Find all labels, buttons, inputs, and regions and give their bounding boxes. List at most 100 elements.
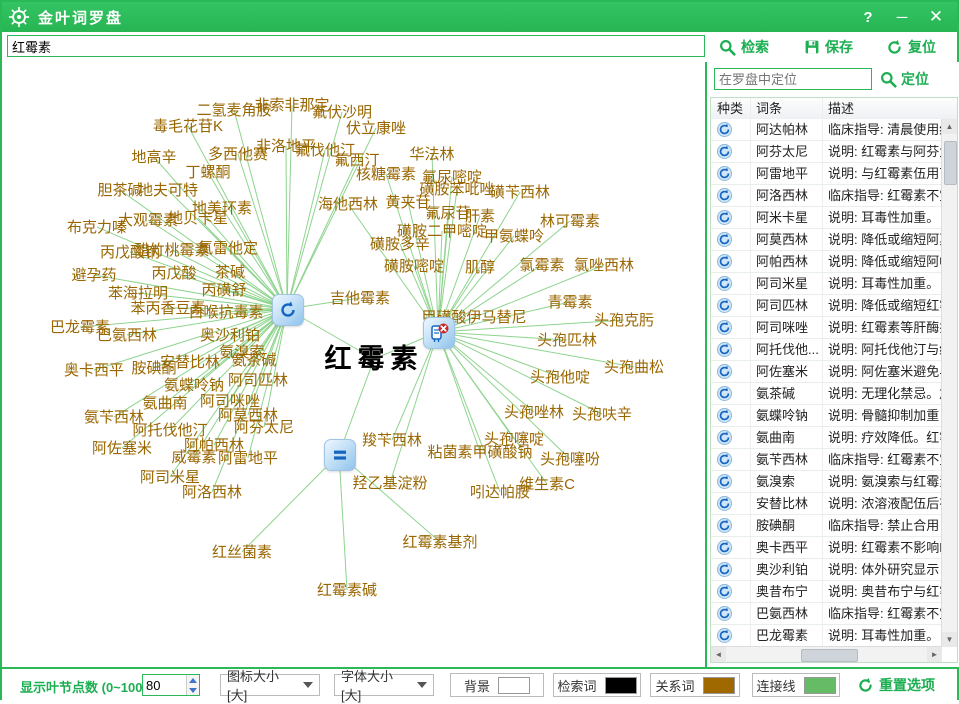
reset-button[interactable]: 复位	[886, 34, 936, 60]
graph-node-label[interactable]: 磺胺苯吡唑	[419, 181, 494, 198]
locate-button[interactable]: 定位	[880, 66, 929, 92]
graph-node-label[interactable]: 维生素C	[519, 476, 575, 493]
relation-word-color-picker[interactable]: 关系词	[650, 673, 740, 697]
graph-node-label[interactable]: 伏立康唑	[346, 120, 406, 137]
graph-node-label[interactable]: 肌醇	[465, 259, 495, 276]
graph-node-label[interactable]: 核糖霉素	[356, 166, 416, 183]
leaf-count-spinner[interactable]	[142, 674, 200, 696]
graph-node-label[interactable]: 头孢克肟	[594, 312, 654, 329]
scroll-left-icon[interactable]: ◄	[711, 647, 726, 662]
graph-node-label[interactable]: 阿佐塞米	[92, 439, 152, 457]
table-row[interactable]: 阿佐塞米说明: 阿佐塞米避免与.	[711, 361, 942, 383]
table-row[interactable]: 氨茶碱说明: 无理化禁忌。加.	[711, 383, 942, 405]
graph-node-label[interactable]: 黄夹苷	[385, 194, 430, 211]
table-row[interactable]: 阿司咪唑说明: 红霉素等肝酶抑.	[711, 317, 942, 339]
leaf-count-input[interactable]	[143, 675, 186, 695]
table-row[interactable]: 氨苄西林临床指导: 红霉素不宜.	[711, 449, 942, 471]
graph-node-label[interactable]: 氨蝶呤钠	[164, 377, 224, 394]
line-color-picker[interactable]: 连接线	[752, 673, 840, 697]
center-node-label[interactable]: 红霉素	[325, 343, 424, 374]
graph-node-label[interactable]: 丁螺酮	[185, 164, 230, 181]
table-row[interactable]: 巴氨西林临床指导: 红霉素不宜.	[711, 603, 942, 625]
save-button[interactable]: 保存	[804, 34, 853, 60]
graph-node-label[interactable]: 红霉素基剂	[402, 534, 477, 551]
table-row[interactable]: 阿洛西林临床指导: 红霉素不宜.	[711, 185, 942, 207]
graph-node-label[interactable]: 头孢曲松	[604, 359, 664, 376]
line-color-swatch[interactable]	[804, 677, 836, 694]
graph-node-label[interactable]: 布克力嗪	[67, 219, 127, 236]
graph-node-label[interactable]: 磺胺多辛	[370, 236, 430, 253]
table-row[interactable]: 巴龙霉素说明: 耳毒性加重。	[711, 625, 942, 647]
graph-node-label[interactable]: 避孕药	[71, 267, 116, 284]
graph-node-label[interactable]: 安替比林	[160, 354, 220, 371]
table-row[interactable]: 奥卡西平说明: 红霉素不影响M.	[711, 537, 942, 559]
icon-size-dropdown[interactable]: 图标大小[大]	[220, 674, 320, 696]
horizontal-scrollbar[interactable]: ◄ ►	[711, 646, 942, 662]
table-row[interactable]: 阿帕西林说明: 降低或缩短阿帕.	[711, 251, 942, 273]
spinner-up-icon[interactable]	[187, 675, 199, 685]
graph-node-label[interactable]: 奥卡西平	[64, 362, 124, 379]
search-input[interactable]	[7, 35, 705, 57]
graph-node-label[interactable]: 白喉抗毒素	[188, 304, 263, 321]
background-color-picker[interactable]: 背景	[450, 673, 544, 697]
graph-node-label[interactable]: 华法林	[409, 146, 454, 163]
incompatible-hub-icon[interactable]	[423, 317, 455, 349]
horizontal-scroll-thumb[interactable]	[801, 649, 858, 662]
graph-node-label[interactable]: 头孢呋辛	[572, 406, 632, 423]
table-row[interactable]: 阿司匹林说明: 降低或缩短红霉.	[711, 295, 942, 317]
graph-node-label[interactable]: 阿芬太尼	[234, 419, 294, 436]
background-color-swatch[interactable]	[498, 677, 530, 694]
graph-node-label[interactable]: 巴氨西林	[97, 327, 157, 344]
refresh-hub-icon[interactable]	[272, 294, 304, 326]
table-row[interactable]: 阿达帕林临床指导: 清晨使用红.	[711, 119, 942, 141]
graph-node-label[interactable]: 头孢噻吩	[540, 450, 600, 468]
graph-node-label[interactable]: 氯霉素	[519, 257, 564, 274]
graph-node-label[interactable]: 林可霉素	[540, 213, 600, 230]
graph-node-label[interactable]: 青霉素	[547, 294, 592, 311]
graph-node-label[interactable]: 氨茶碱	[231, 352, 276, 369]
table-row[interactable]: 阿司米星说明: 耳毒性加重。	[711, 273, 942, 295]
equivalent-hub-icon[interactable]	[324, 439, 356, 471]
minimize-button[interactable]: ─	[887, 2, 917, 32]
graph-node-label[interactable]: 氯雷他定	[198, 240, 258, 257]
graph-node-label[interactable]: 地贝卡星	[168, 210, 228, 227]
table-row[interactable]: 胺碘酮临床指导: 禁止合用	[711, 515, 942, 537]
graph-node-label[interactable]: 茶碱	[215, 264, 245, 281]
search-button[interactable]: 检索	[719, 34, 769, 60]
graph-node-label[interactable]: 地高辛	[131, 149, 176, 166]
spinner-down-icon[interactable]	[187, 685, 199, 695]
graph-node-label[interactable]: 地夫可特	[138, 182, 198, 199]
table-row[interactable]: 氨曲南说明: 疗效降低。红霉.	[711, 427, 942, 449]
graph-node-label[interactable]: 奥沙利铂	[200, 327, 260, 344]
graph-node-label[interactable]: 头孢匹林	[537, 332, 597, 349]
reset-options-button[interactable]: 重置选项	[857, 675, 935, 695]
table-row[interactable]: 奥昔布宁说明: 奥昔布宁与红霉.	[711, 581, 942, 603]
graph-node-label[interactable]: 丙戊酸	[151, 265, 196, 282]
graph-node-label[interactable]: 胆茶碱	[97, 182, 142, 199]
table-row[interactable]: 氨蝶呤钠说明: 骨髓抑制加重，.	[711, 405, 942, 427]
graph-node-label[interactable]: 威霉素	[171, 449, 216, 466]
scroll-up-icon[interactable]: ▲	[942, 119, 957, 134]
graph-node-label[interactable]: 氟伏沙明	[312, 104, 372, 121]
table-row[interactable]: 阿芬太尼说明: 红霉素与阿芬太.	[711, 141, 942, 163]
graph-node-label[interactable]: 羧苄西林	[362, 431, 422, 449]
graph-node-label[interactable]: 阿司匹林	[228, 372, 288, 389]
table-row[interactable]: 阿托伐他...说明: 阿托伐他汀与红.	[711, 339, 942, 361]
help-button[interactable]: ?	[853, 2, 883, 32]
graph-node-label[interactable]: 磺苄西林	[490, 184, 550, 201]
graph-node-label[interactable]: 丙磺舒	[201, 282, 246, 299]
graph-node-label[interactable]: 氯唑西林	[574, 257, 634, 274]
graph-node-label[interactable]: 吉他霉素	[330, 290, 390, 307]
table-row[interactable]: 氨溴索说明: 氨溴索与红霉素.	[711, 471, 942, 493]
locate-input[interactable]	[714, 68, 872, 90]
graph-node-label[interactable]: 阿洛西林	[182, 484, 242, 501]
graph-node-label[interactable]: 粘菌素甲磺酸钠	[427, 444, 532, 461]
close-button[interactable]: ✕	[921, 2, 951, 32]
graph-node-label[interactable]: 丙戊酸钠	[100, 244, 160, 261]
scroll-right-icon[interactable]: ►	[927, 647, 942, 662]
graph-node-label[interactable]: 氨曲南	[142, 395, 187, 412]
vertical-scroll-thumb[interactable]	[944, 141, 957, 185]
table-row[interactable]: 阿雷地平说明: 与红霉素伍用可.	[711, 163, 942, 185]
graph-node-label[interactable]: 阿雷地平	[218, 450, 278, 467]
graph-node-label[interactable]: 头孢唑林	[504, 404, 564, 421]
